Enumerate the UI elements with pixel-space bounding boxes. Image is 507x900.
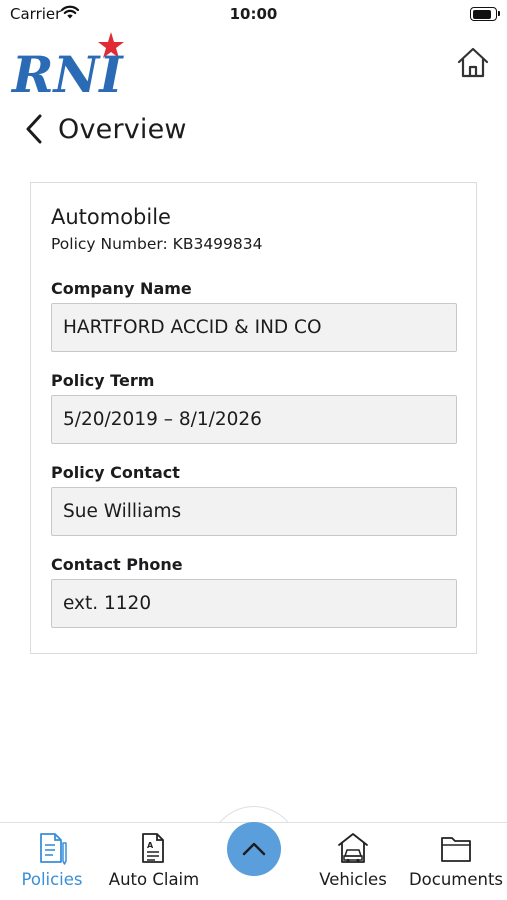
field-label: Policy Term — [51, 371, 155, 390]
field-label: Policy Contact — [51, 463, 180, 482]
status-bar: Carrier 10:00 — [0, 0, 507, 30]
field-label: Contact Phone — [51, 555, 183, 574]
tab-label: Auto Claim — [108, 870, 200, 889]
battery-level — [472, 9, 492, 19]
policies-document-icon — [40, 833, 67, 865]
battery-icon — [470, 7, 500, 21]
policy-type: Automobile — [51, 205, 171, 229]
home-button[interactable] — [455, 45, 491, 81]
tab-label: Policies — [21, 870, 83, 889]
policy-contact-field: Policy Contact Sue Williams — [51, 463, 457, 536]
tab-auto-claim[interactable]: A Auto Claim — [104, 823, 204, 900]
documents-folder-icon — [441, 837, 471, 862]
contact-phone-field: Contact Phone ext. 1120 — [51, 555, 457, 628]
policy-contact-value[interactable]: Sue Williams — [51, 487, 457, 536]
auto-claim-form-icon: A — [142, 833, 164, 863]
page-title: Overview — [58, 113, 187, 145]
vehicles-garage-icon — [338, 833, 368, 863]
logo-text: RNI — [10, 45, 124, 98]
policy-term-field: Policy Term 5/20/2019 – 8/1/2026 — [51, 371, 457, 444]
company-name-value[interactable]: HARTFORD ACCID & IND CO — [51, 303, 457, 352]
policy-number: Policy Number: KB3499834 — [51, 235, 263, 253]
svg-text:A: A — [147, 841, 154, 850]
rni-logo: RNI — [10, 30, 130, 104]
policy-term-value[interactable]: 5/20/2019 – 8/1/2026 — [51, 395, 457, 444]
tab-label: Documents — [408, 870, 504, 889]
clock: 10:00 — [229, 5, 278, 23]
field-label: Company Name — [51, 279, 192, 298]
chevron-up-icon — [242, 842, 266, 856]
chevron-left-icon[interactable] — [22, 113, 46, 145]
expand-menu-button[interactable] — [227, 822, 281, 876]
tab-documents[interactable]: Documents — [406, 823, 506, 900]
tab-policies[interactable]: Policies — [2, 823, 102, 900]
company-name-field: Company Name HARTFORD ACCID & IND CO — [51, 279, 457, 352]
home-icon — [457, 47, 489, 78]
tab-vehicles[interactable]: Vehicles — [303, 823, 403, 900]
back-navigation[interactable]: Overview — [22, 108, 187, 150]
contact-phone-value[interactable]: ext. 1120 — [51, 579, 457, 628]
overview-screen: Carrier 10:00 RNI Overview Automobile Po… — [0, 0, 507, 900]
policy-card: Automobile Policy Number: KB3499834 Comp… — [30, 182, 477, 654]
tab-label: Vehicles — [319, 870, 387, 889]
